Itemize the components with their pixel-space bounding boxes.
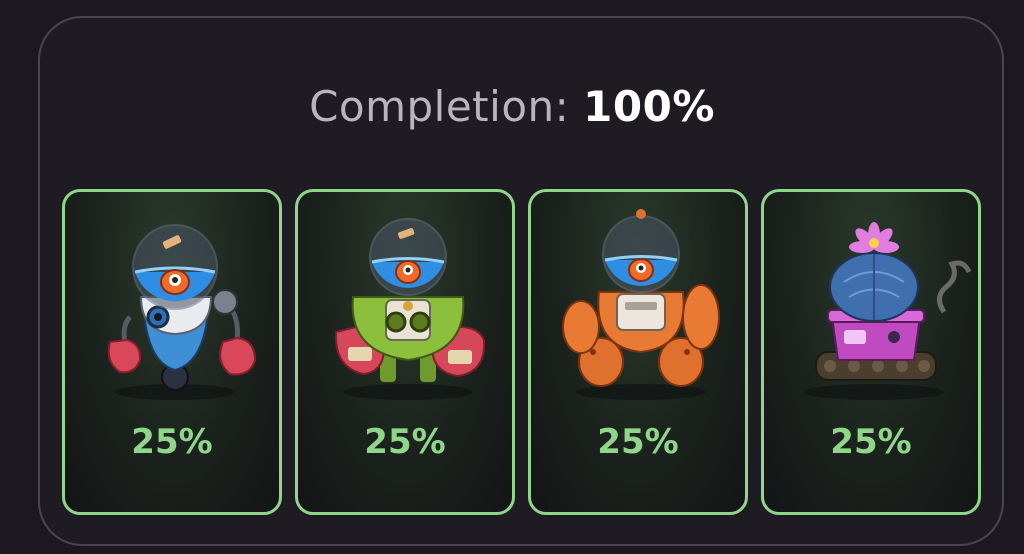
- completion-label: Completion:: [309, 82, 570, 131]
- card-percent: 25%: [131, 422, 213, 462]
- card-percent: 25%: [830, 422, 912, 462]
- card-percent: 25%: [597, 422, 679, 462]
- cactus-tank-icon: [804, 222, 972, 400]
- card-row: 25% 25% 25% 25%: [62, 189, 981, 515]
- completion-value: 100%: [583, 82, 715, 131]
- card-cactus-tank[interactable]: 25%: [761, 189, 981, 515]
- card-fish-robot-orange[interactable]: 25%: [528, 189, 748, 515]
- fish-robot-orange-icon: [562, 209, 720, 400]
- completion-title: Completion: 100%: [0, 82, 1024, 131]
- card-fish-robot-green[interactable]: 25%: [295, 189, 515, 515]
- card-percent: 25%: [364, 422, 446, 462]
- card-fish-robot-white[interactable]: 25%: [62, 189, 282, 515]
- fish-robot-white-icon: [107, 224, 257, 400]
- fish-robot-green-icon: [334, 218, 486, 400]
